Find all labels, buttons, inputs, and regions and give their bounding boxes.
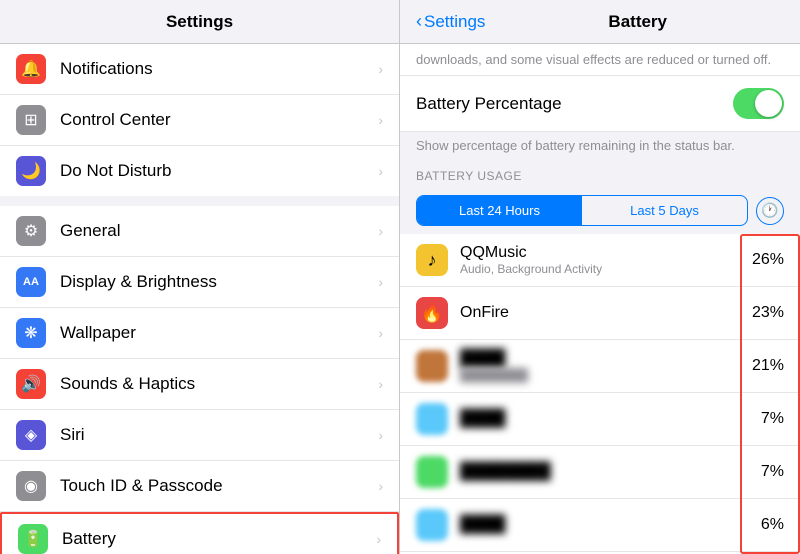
settings-item-battery[interactable]: 🔋 Battery› — [0, 512, 399, 554]
app5-app-icon — [416, 456, 448, 488]
settings-group-1: ⚙General›AADisplay & Brightness›❋Wallpap… — [0, 206, 399, 554]
app6-app-icon — [416, 509, 448, 541]
control-center-label: Control Center — [60, 110, 378, 130]
app-row-onfire[interactable]: 🔥 OnFire23% — [400, 287, 800, 340]
app6-percent: 6% — [744, 516, 784, 534]
battery-label: Battery — [62, 529, 376, 549]
do-not-disturb-label: Do Not Disturb — [60, 161, 378, 181]
app4-app-icon — [416, 403, 448, 435]
app4-info: ████ — [460, 410, 744, 428]
app6-name: ████ — [460, 516, 744, 534]
wallpaper-chevron-icon: › — [378, 325, 383, 341]
right-content: downloads, and some visual effects are r… — [400, 44, 800, 554]
app3-name: ████ — [460, 350, 744, 368]
touchid-icon: ◉ — [16, 471, 46, 501]
settings-group-0: 🔔Notifications›⊞Control Center›🌙Do Not D… — [0, 44, 399, 196]
app3-subtitle: ████████ — [460, 368, 744, 382]
app-row-app3[interactable]: ████████████21% — [400, 340, 800, 393]
touchid-label: Touch ID & Passcode — [60, 476, 378, 496]
qqmusic-percent: 26% — [744, 251, 784, 269]
wallpaper-icon: ❋ — [16, 318, 46, 348]
toggle-knob — [755, 90, 782, 117]
do-not-disturb-icon: 🌙 — [16, 156, 46, 186]
tab-24h[interactable]: Last 24 Hours — [417, 196, 582, 225]
siri-label: Siri — [60, 425, 378, 445]
app3-info: ████████████ — [460, 350, 744, 382]
do-not-disturb-chevron-icon: › — [378, 163, 383, 179]
onfire-app-icon: 🔥 — [416, 297, 448, 329]
app-row-app6[interactable]: ████6% — [400, 499, 800, 552]
clock-button[interactable]: 🕐 — [756, 197, 784, 225]
app5-info: ████████ — [460, 463, 744, 481]
onfire-info: OnFire — [460, 304, 744, 322]
tab-5days[interactable]: Last 5 Days — [582, 196, 747, 225]
battery-usage-section-header: BATTERY USAGE — [400, 161, 800, 187]
notifications-chevron-icon: › — [378, 61, 383, 77]
touchid-chevron-icon: › — [378, 478, 383, 494]
settings-item-siri[interactable]: ◈ Siri› — [0, 410, 399, 461]
tabs-row: Last 24 Hours Last 5 Days 🕐 — [400, 187, 800, 234]
general-label: General — [60, 221, 378, 241]
app5-name: ████████ — [460, 463, 744, 481]
wallpaper-label: Wallpaper — [60, 323, 378, 343]
qqmusic-name: QQMusic — [460, 244, 744, 262]
app-list: ♪ QQMusicAudio, Background Activity26% 🔥 On… — [400, 234, 800, 554]
back-chevron-icon: ‹ — [416, 11, 422, 32]
settings-item-sounds[interactable]: 🔊 Sounds & Haptics› — [0, 359, 399, 410]
app4-percent: 7% — [744, 410, 784, 428]
right-panel-title: Battery — [491, 12, 784, 32]
general-icon: ⚙ — [16, 216, 46, 246]
sounds-label: Sounds & Haptics — [60, 374, 378, 394]
settings-item-do-not-disturb[interactable]: 🌙 Do Not Disturb› — [0, 146, 399, 196]
settings-item-display[interactable]: AA Display & Brightness› — [0, 257, 399, 308]
app3-app-icon — [416, 350, 448, 382]
back-label: Settings — [424, 12, 485, 32]
settings-item-wallpaper[interactable]: ❋ Wallpaper› — [0, 308, 399, 359]
battery-percentage-label: Battery Percentage — [416, 94, 733, 114]
settings-item-general[interactable]: ⚙ General› — [0, 206, 399, 257]
general-chevron-icon: › — [378, 223, 383, 239]
sounds-icon: 🔊 — [16, 369, 46, 399]
battery-chevron-icon: › — [376, 531, 381, 547]
qqmusic-subtitle: Audio, Background Activity — [460, 262, 744, 276]
settings-item-notifications[interactable]: 🔔 Notifications› — [0, 44, 399, 95]
back-button[interactable]: ‹ Settings — [416, 11, 485, 32]
right-panel: ‹ Settings Battery downloads, and some v… — [400, 0, 800, 554]
info-text: downloads, and some visual effects are r… — [400, 44, 800, 76]
onfire-percent: 23% — [744, 304, 784, 322]
battery-icon: 🔋 — [18, 524, 48, 554]
display-icon: AA — [16, 267, 46, 297]
app-row-app5[interactable]: ████████7% — [400, 446, 800, 499]
settings-item-touchid[interactable]: ◉ Touch ID & Passcode› — [0, 461, 399, 512]
clock-icon: 🕐 — [761, 202, 778, 219]
app5-percent: 7% — [744, 463, 784, 481]
left-panel-title: Settings — [166, 12, 233, 32]
settings-item-control-center[interactable]: ⊞ Control Center› — [0, 95, 399, 146]
qqmusic-app-icon: ♪ — [416, 244, 448, 276]
left-header: Settings — [0, 0, 399, 44]
left-panel: Settings 🔔Notifications›⊞Control Center›… — [0, 0, 400, 554]
right-header: ‹ Settings Battery — [400, 0, 800, 44]
show-percentage-note: Show percentage of battery remaining in … — [400, 132, 800, 161]
display-label: Display & Brightness — [60, 272, 378, 292]
notifications-label: Notifications — [60, 59, 378, 79]
app-row-app4[interactable]: ████7% — [400, 393, 800, 446]
control-center-icon: ⊞ — [16, 105, 46, 135]
app6-info: ████ — [460, 516, 744, 534]
qqmusic-info: QQMusicAudio, Background Activity — [460, 244, 744, 276]
onfire-name: OnFire — [460, 304, 744, 322]
app-row-qqmusic[interactable]: ♪ QQMusicAudio, Background Activity26% — [400, 234, 800, 287]
sounds-chevron-icon: › — [378, 376, 383, 392]
display-chevron-icon: › — [378, 274, 383, 290]
battery-percentage-toggle[interactable] — [733, 88, 784, 119]
notifications-icon: 🔔 — [16, 54, 46, 84]
settings-list: 🔔Notifications›⊞Control Center›🌙Do Not D… — [0, 44, 399, 554]
app3-percent: 21% — [744, 357, 784, 375]
battery-percentage-row: Battery Percentage — [400, 76, 800, 132]
tab-group: Last 24 Hours Last 5 Days — [416, 195, 748, 226]
siri-chevron-icon: › — [378, 427, 383, 443]
app4-name: ████ — [460, 410, 744, 428]
control-center-chevron-icon: › — [378, 112, 383, 128]
siri-icon: ◈ — [16, 420, 46, 450]
